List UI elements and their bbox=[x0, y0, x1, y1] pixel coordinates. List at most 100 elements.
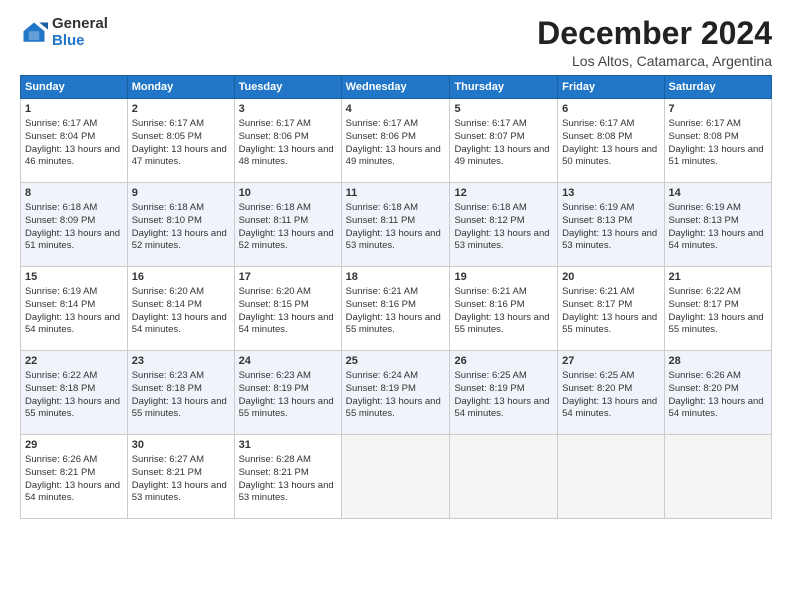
sunset-text: Sunset: 8:21 PM bbox=[239, 467, 309, 478]
sunset-text: Sunset: 8:08 PM bbox=[669, 131, 739, 142]
sunrise-text: Sunrise: 6:18 AM bbox=[454, 202, 526, 213]
table-row: 21Sunrise: 6:22 AMSunset: 8:17 PMDayligh… bbox=[664, 267, 771, 351]
day-number: 8 bbox=[25, 186, 123, 201]
table-row: 9Sunrise: 6:18 AMSunset: 8:10 PMDaylight… bbox=[127, 183, 234, 267]
sunset-text: Sunset: 8:16 PM bbox=[346, 299, 416, 310]
col-wednesday: Wednesday bbox=[341, 76, 450, 99]
sunrise-text: Sunrise: 6:20 AM bbox=[132, 286, 204, 297]
table-row: 25Sunrise: 6:24 AMSunset: 8:19 PMDayligh… bbox=[341, 351, 450, 435]
table-row: 22Sunrise: 6:22 AMSunset: 8:18 PMDayligh… bbox=[21, 351, 128, 435]
title-block: December 2024 Los Altos, Catamarca, Arge… bbox=[537, 16, 772, 69]
col-tuesday: Tuesday bbox=[234, 76, 341, 99]
daylight-text: Daylight: 13 hours and 54 minutes. bbox=[25, 480, 120, 504]
col-monday: Monday bbox=[127, 76, 234, 99]
col-saturday: Saturday bbox=[664, 76, 771, 99]
sunset-text: Sunset: 8:18 PM bbox=[132, 383, 202, 394]
daylight-text: Daylight: 13 hours and 54 minutes. bbox=[669, 228, 764, 252]
sunset-text: Sunset: 8:09 PM bbox=[25, 215, 95, 226]
day-number: 23 bbox=[132, 354, 230, 369]
day-number: 20 bbox=[562, 270, 659, 285]
sunset-text: Sunset: 8:04 PM bbox=[25, 131, 95, 142]
calendar-container: General Blue December 2024 Los Altos, Ca… bbox=[0, 0, 792, 612]
table-row bbox=[450, 435, 558, 519]
table-row: 5Sunrise: 6:17 AMSunset: 8:07 PMDaylight… bbox=[450, 99, 558, 183]
table-row: 12Sunrise: 6:18 AMSunset: 8:12 PMDayligh… bbox=[450, 183, 558, 267]
table-row: 1Sunrise: 6:17 AMSunset: 8:04 PMDaylight… bbox=[21, 99, 128, 183]
sunset-text: Sunset: 8:19 PM bbox=[239, 383, 309, 394]
sunrise-text: Sunrise: 6:20 AM bbox=[239, 286, 311, 297]
daylight-text: Daylight: 13 hours and 47 minutes. bbox=[132, 144, 227, 168]
day-number: 1 bbox=[25, 102, 123, 117]
table-row: 31Sunrise: 6:28 AMSunset: 8:21 PMDayligh… bbox=[234, 435, 341, 519]
daylight-text: Daylight: 13 hours and 53 minutes. bbox=[454, 228, 549, 252]
table-row: 20Sunrise: 6:21 AMSunset: 8:17 PMDayligh… bbox=[558, 267, 664, 351]
sunrise-text: Sunrise: 6:23 AM bbox=[132, 370, 204, 381]
day-number: 18 bbox=[346, 270, 446, 285]
day-number: 31 bbox=[239, 438, 337, 453]
calendar-week-row: 8 Sunrise: 6:18 AM Sunset: 8:09 PM Daylight… bbox=[21, 183, 772, 267]
table-row bbox=[558, 435, 664, 519]
sunrise-text: Sunrise: 6:18 AM bbox=[239, 202, 311, 213]
sunrise-text: Sunrise: 6:17 AM bbox=[562, 118, 634, 129]
daylight-text: Daylight: 13 hours and 54 minutes. bbox=[562, 396, 657, 420]
sunrise-text: Sunrise: 6:17 AM bbox=[346, 118, 418, 129]
table-row: 26Sunrise: 6:25 AMSunset: 8:19 PMDayligh… bbox=[450, 351, 558, 435]
table-row: 18Sunrise: 6:21 AM Sunset: 8:16 PM Dayligh… bbox=[341, 267, 450, 351]
day-number: 24 bbox=[239, 354, 337, 369]
daylight-text: Daylight: 13 hours and 51 minutes. bbox=[25, 228, 120, 252]
sunset-text: Sunset: 8:11 PM bbox=[239, 215, 309, 226]
sunrise-text: Sunrise: 6:22 AM bbox=[669, 286, 741, 297]
table-row: 2Sunrise: 6:17 AMSunset: 8:05 PMDaylight… bbox=[127, 99, 234, 183]
sunrise-text: Sunrise: 6:27 AM bbox=[132, 454, 204, 465]
calendar-header-row: Sunday Monday Tuesday Wednesday Thursday… bbox=[21, 76, 772, 99]
sunrise-text: Sunrise: 6:21 AM bbox=[346, 286, 418, 297]
sunrise-text: Sunrise: 6:17 AM bbox=[669, 118, 741, 129]
col-thursday: Thursday bbox=[450, 76, 558, 99]
table-row bbox=[341, 435, 450, 519]
daylight-text: Daylight: 13 hours and 54 minutes. bbox=[454, 396, 549, 420]
calendar-table: Sunday Monday Tuesday Wednesday Thursday… bbox=[20, 75, 772, 519]
daylight-text: Daylight: 13 hours and 55 minutes. bbox=[346, 312, 441, 336]
daylight-text: Daylight: 13 hours and 48 minutes. bbox=[239, 144, 334, 168]
logo: General Blue bbox=[20, 16, 108, 49]
day-number: 25 bbox=[346, 354, 446, 369]
day-number: 17 bbox=[239, 270, 337, 285]
day-number: 14 bbox=[669, 186, 767, 201]
daylight-text: Daylight: 13 hours and 50 minutes. bbox=[562, 144, 657, 168]
sunset-text: Sunset: 8:15 PM bbox=[239, 299, 309, 310]
sunset-text: Sunset: 8:17 PM bbox=[669, 299, 739, 310]
daylight-text: Daylight: 13 hours and 53 minutes. bbox=[239, 480, 334, 504]
sunset-text: Sunset: 8:13 PM bbox=[669, 215, 739, 226]
table-row: 6Sunrise: 6:17 AMSunset: 8:08 PMDaylight… bbox=[558, 99, 664, 183]
sunrise-text: Sunrise: 6:23 AM bbox=[239, 370, 311, 381]
sunrise-text: Sunrise: 6:21 AM bbox=[454, 286, 526, 297]
table-row: 14Sunrise: 6:19 AMSunset: 8:13 PMDayligh… bbox=[664, 183, 771, 267]
sunset-text: Sunset: 8:16 PM bbox=[454, 299, 524, 310]
daylight-text: Daylight: 13 hours and 53 minutes. bbox=[346, 228, 441, 252]
daylight-text: Daylight: 13 hours and 55 minutes. bbox=[454, 312, 549, 336]
sunrise-text: Sunrise: 6:26 AM bbox=[25, 454, 97, 465]
day-number: 3 bbox=[239, 102, 337, 117]
day-number: 9 bbox=[132, 186, 230, 201]
daylight-text: Daylight: 13 hours and 52 minutes. bbox=[239, 228, 334, 252]
day-number: 16 bbox=[132, 270, 230, 285]
table-row: 28Sunrise: 6:26 AMSunset: 8:20 PMDayligh… bbox=[664, 351, 771, 435]
day-number: 21 bbox=[669, 270, 767, 285]
col-sunday: Sunday bbox=[21, 76, 128, 99]
day-number: 27 bbox=[562, 354, 659, 369]
daylight-text: Daylight: 13 hours and 54 minutes. bbox=[25, 312, 120, 336]
daylight-text: Daylight: 13 hours and 55 minutes. bbox=[562, 312, 657, 336]
logo-text: General Blue bbox=[52, 16, 108, 49]
day-number: 30 bbox=[132, 438, 230, 453]
sunset-text: Sunset: 8:20 PM bbox=[669, 383, 739, 394]
daylight-text: Daylight: 13 hours and 54 minutes. bbox=[132, 312, 227, 336]
daylight-text: Daylight: 13 hours and 54 minutes. bbox=[669, 396, 764, 420]
sunrise-text: Sunrise: 6:17 AM bbox=[132, 118, 204, 129]
table-row: 29Sunrise: 6:26 AMSunset: 8:21 PMDayligh… bbox=[21, 435, 128, 519]
sunset-text: Sunset: 8:12 PM bbox=[454, 215, 524, 226]
table-row: 13Sunrise: 6:19 AMSunset: 8:13 PMDayligh… bbox=[558, 183, 664, 267]
day-number: 2 bbox=[132, 102, 230, 117]
calendar-week-row: 15Sunrise: 6:19 AMSunset: 8:14 PMDayligh… bbox=[21, 267, 772, 351]
calendar-week-row: 29Sunrise: 6:26 AMSunset: 8:21 PMDayligh… bbox=[21, 435, 772, 519]
sunset-text: Sunset: 8:06 PM bbox=[346, 131, 416, 142]
